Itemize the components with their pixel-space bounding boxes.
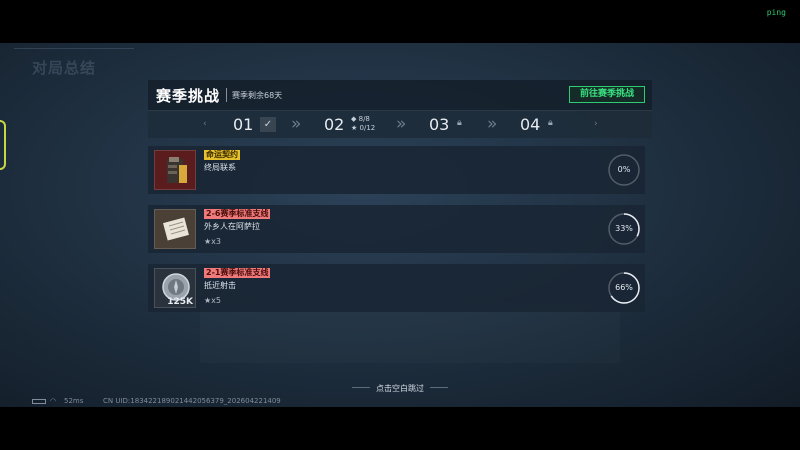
task-reward: ★x3 [204, 237, 221, 246]
stage-stats: ◆ 8/8 ★ 0/12 [351, 115, 375, 133]
stage-number: 03 [429, 115, 450, 134]
chevron-right-icon: » [291, 114, 302, 134]
document-item-icon [154, 209, 196, 249]
goto-season-challenge-button[interactable]: 前往赛季挑战 [569, 86, 645, 103]
chevron-right-icon: » [396, 114, 407, 134]
stage-bar: ‹ 01 ✓ » 02 ◆ 8/8 ★ 0/12 » 03 🔒︎ » 04 🔒︎… [148, 110, 652, 138]
progress-percent: 0% [617, 165, 631, 174]
background-panel [200, 303, 620, 363]
check-icon: ✓ [260, 117, 276, 132]
status-footer: ◠ 52ms CN UID:1834221890214420563​79_202… [0, 397, 800, 407]
armor-item-icon [154, 150, 196, 190]
title-divider [226, 88, 227, 102]
hud-line [14, 48, 134, 49]
task-tag: 2-1赛季标准支线 [204, 268, 271, 278]
ping-indicator: ping [766, 8, 786, 17]
skip-hint[interactable]: 点击空白跳过 [0, 383, 800, 394]
wifi-icon: ◠ [50, 397, 57, 405]
prev-stage-arrow-icon[interactable]: ‹ [203, 119, 207, 129]
stage-04[interactable]: 04 🔒︎ [520, 114, 565, 136]
skip-hint-line [430, 387, 448, 388]
task-tag: 2-6赛季标准支线 [204, 209, 271, 219]
next-stage-arrow-icon[interactable]: › [594, 119, 598, 129]
stage-02[interactable]: 02 ◆ 8/8 ★ 0/12 [324, 114, 389, 136]
task-tag: 命运契约 [204, 150, 240, 160]
chevron-right-icon: » [487, 114, 498, 134]
panel-header: 赛季挑战 赛季剩余68天 前往赛季挑战 [148, 80, 652, 110]
season-challenge-panel: 赛季挑战 赛季剩余68天 前往赛季挑战 ‹ 01 ✓ » 02 ◆ 8/8 ★ … [148, 80, 652, 312]
diamond-progress: 8/8 [358, 115, 370, 123]
letterbox-top [0, 0, 800, 43]
task-reward: ★x5 [204, 296, 221, 305]
panel-title: 赛季挑战 [156, 87, 221, 105]
task-name: 抵近射击 [204, 281, 236, 290]
background-title: 对局总结 [32, 59, 97, 77]
coin-item-icon: 125K [154, 268, 196, 308]
diamond-icon: ◆ [351, 115, 357, 123]
user-uid: CN UID:1834221890214420563​79_2026042214… [103, 397, 281, 405]
task-row[interactable]: 2-6赛季标准支线 外乡人在阿萨拉 ★x3 33% [148, 205, 645, 253]
stage-number: 02 [324, 115, 345, 134]
task-name: 外乡人在阿萨拉 [204, 222, 260, 231]
progress-percent: 33% [615, 224, 633, 233]
progress-percent: 66% [615, 283, 633, 292]
task-name: 终局联系 [204, 163, 236, 172]
stage-03[interactable]: 03 🔒︎ [429, 114, 474, 136]
stage-number: 04 [520, 115, 541, 134]
task-row[interactable]: 命运契约 终局联系 0% [148, 146, 645, 194]
match-summary-screen[interactable]: 对局总结 赛季挑战 赛季剩余68天 前往赛季挑战 ‹ 01 ✓ » 02 ◆ 8… [0, 43, 800, 407]
latency: 52ms [64, 397, 84, 405]
star-icon: ★ [351, 124, 358, 132]
side-tab-handle[interactable] [0, 120, 6, 170]
letterbox-bottom [0, 407, 800, 450]
lock-icon: 🔒︎ [548, 118, 553, 128]
star-progress: 0/12 [359, 124, 376, 132]
battery-icon [32, 399, 46, 404]
task-row[interactable]: 125K 2-1赛季标准支线 抵近射击 ★x5 66% [148, 264, 645, 312]
item-value-label: 125K [167, 297, 193, 307]
lock-icon: 🔒︎ [457, 118, 462, 128]
season-remaining-days: 赛季剩余68天 [232, 91, 283, 100]
stage-number: 01 [233, 115, 254, 134]
stage-01[interactable]: 01 ✓ [233, 114, 278, 136]
